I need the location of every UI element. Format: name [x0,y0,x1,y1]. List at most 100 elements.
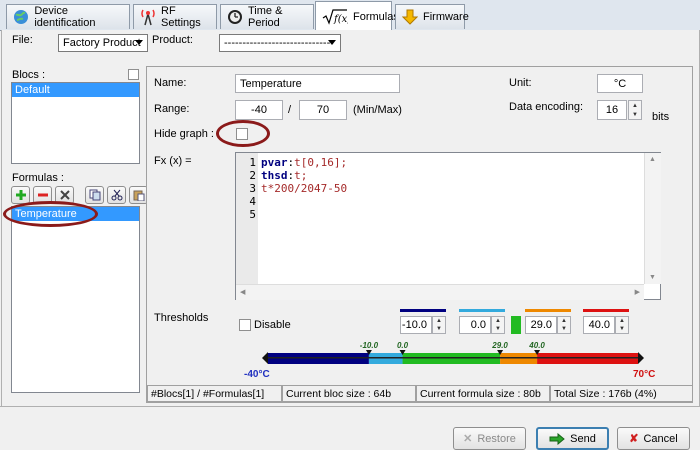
cut-button[interactable] [107,186,126,204]
code-line: 1 pvar: t[0,16]; [236,156,644,169]
spin-up-icon[interactable]: ▲ [558,317,570,325]
tab-label: Time & Period [248,5,283,29]
code-token: : [287,169,295,182]
cancel-button[interactable]: ✘ Cancel [617,427,690,450]
name-input[interactable]: Temperature [235,74,400,93]
globe-icon [13,8,29,26]
line-number: 3 [249,182,256,195]
scale-min-label: -40°C [244,369,270,380]
blocs-list[interactable]: Default [11,82,140,164]
formulas-list[interactable]: Temperature [11,206,140,393]
close-icon: ✕ [463,433,473,445]
disable-checkbox[interactable] [239,319,251,331]
tab-label: Formulas [353,10,399,23]
spin-up-icon[interactable]: ▲ [629,101,641,110]
code-token: : [287,156,295,169]
send-label: Send [570,432,596,445]
horizontal-scrollbar[interactable]: ◀ ▶ [236,284,644,300]
file-select[interactable]: Factory Product [58,34,148,52]
encoding-input[interactable]: 16 [597,100,627,120]
threshold-input[interactable]: 29.0 [525,316,557,334]
code-line: 2 thsd: t; [236,169,644,182]
range-separator: / [288,104,292,116]
spin-down-icon[interactable]: ▼ [433,325,445,333]
status-total-size: Total Size : 176b (4%) [550,385,693,402]
thresholds-label: Thresholds [154,312,209,324]
spin-down-icon[interactable]: ▼ [616,325,628,333]
scroll-left-icon[interactable]: ◀ [240,288,245,296]
chevron-down-icon [135,40,143,45]
encoding-stepper[interactable]: ▲ ▼ [628,100,642,120]
threshold-color-bar [583,309,629,312]
scroll-down-icon[interactable]: ▼ [649,274,656,281]
name-label: Name: [154,77,187,89]
file-label: File: [12,34,33,46]
blocs-checkbox[interactable] [128,69,139,80]
line-number: 4 [249,195,256,208]
threshold-color-bar [525,309,571,312]
threshold-stepper[interactable]: ▲ ▼ [557,316,571,334]
threshold-stepper[interactable]: ▲ ▼ [615,316,629,334]
tab-rf-settings[interactable]: RF Settings [133,4,217,29]
spin-down-icon[interactable]: ▼ [492,325,504,333]
range-max-input[interactable]: 70 [299,100,347,120]
spin-up-icon[interactable]: ▲ [616,317,628,325]
blocs-label: Blocs : [12,69,46,81]
tab-time-period[interactable]: Time & Period [220,4,314,29]
range-min-input[interactable]: -40 [235,100,283,120]
product-select[interactable]: ------------------------------ [219,34,341,52]
minus-icon [37,193,48,197]
tab-formulas[interactable]: f(x) Formulas [315,1,399,31]
threshold-input[interactable]: 40.0 [583,316,615,334]
scroll-up-icon[interactable]: ▲ [649,156,656,163]
cancel-label: Cancel [643,432,678,445]
encoding-label: Data encoding: [509,101,583,113]
threshold-stepper[interactable]: ▲ ▼ [491,316,505,334]
range-label: Range: [154,103,190,115]
sqrt-fx-icon: f(x) [322,8,348,26]
code-line: 3 t*200/2047-50 [236,182,644,195]
code-token: thsd [261,169,288,182]
code-token: t[0,16]; [294,156,348,169]
scale-tick-label: 40.0 [528,341,545,350]
plus-icon [15,190,26,200]
threshold-input[interactable]: 0.0 [459,316,491,334]
fx-label: Fx (x) = [154,155,192,167]
close-icon [59,190,70,200]
spin-down-icon[interactable]: ▼ [629,110,641,119]
chevron-down-icon [328,40,336,45]
unit-input[interactable]: °C [597,74,643,93]
spin-up-icon[interactable]: ▲ [433,317,445,325]
send-button[interactable]: Send [536,427,609,450]
scissors-icon [111,189,122,201]
threshold-color-bar [459,309,505,312]
threshold-stepper[interactable]: ▲ ▼ [432,316,446,334]
spin-up-icon[interactable]: ▲ [492,317,504,325]
download-arrow-icon [402,8,418,26]
divider [0,406,700,407]
code-token: pvar [261,156,288,169]
status-formula-size: Current formula size : 80b [416,385,550,402]
tab-firmware[interactable]: Firmware [395,4,469,29]
hide-graph-label: Hide graph : [154,128,214,140]
restore-button[interactable]: ✕ Restore [453,427,526,450]
threshold-input[interactable]: -10.0 [400,316,432,334]
scale-right-cap [638,352,644,364]
vertical-scrollbar[interactable]: ▲ ▼ [644,153,661,284]
scale-tick-label: -10.0 [360,341,379,350]
add-formula-button[interactable] [11,186,30,204]
disable-label: Disable [254,319,291,331]
threshold-color-swatch [511,316,521,334]
copy-button[interactable] [85,186,104,204]
product-select-value: ------------------------------ [224,37,334,49]
formulas-label: Formulas : [12,172,64,184]
encoding-unit: bits [652,111,670,123]
formula-code-editor[interactable]: 1 pvar: t[0,16]; 2 thsd: t; 3 t*200/2047-50 4 5 ▲… [235,152,661,300]
spin-down-icon[interactable]: ▼ [558,325,570,333]
tab-device-identification[interactable]: Device identification [6,4,130,29]
scroll-right-icon[interactable]: ▶ [635,288,640,296]
code-token: t*200/2047-50 [261,182,348,195]
list-item[interactable]: Default [12,83,139,97]
code-token: t; [294,169,308,182]
scale-tick-label: 0.0 [397,341,409,350]
